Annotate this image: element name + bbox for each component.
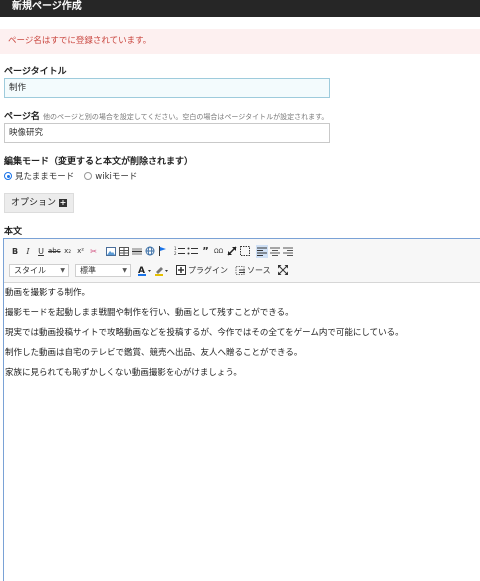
window-title: 新規ページ作成 <box>0 0 480 17</box>
source-icon[interactable] <box>234 264 246 277</box>
anchor-flag-icon[interactable] <box>157 245 169 258</box>
options-button[interactable]: オプション + <box>4 193 75 213</box>
align-center-icon[interactable] <box>269 245 281 258</box>
image-icon[interactable] <box>105 245 117 258</box>
align-right-icon[interactable] <box>282 245 294 258</box>
horizontal-line-icon[interactable] <box>131 245 143 258</box>
editor-toolbar: B I U abc x₂ x² ✂ 12 ” ΩΩ スタイル ▼ 標準 ▼ A … <box>4 239 480 283</box>
blockquote-icon[interactable]: ” <box>200 245 212 258</box>
content-paragraph: 動画を撮影する制作。 <box>5 288 91 298</box>
align-left-icon[interactable] <box>255 244 268 258</box>
page-name-input[interactable]: 映像研究 <box>4 123 330 143</box>
svg-text:2: 2 <box>174 251 177 256</box>
options-button-label: オプション <box>11 198 57 208</box>
source-button[interactable]: ソース <box>247 264 271 277</box>
page-name-hint: 他のページと別の場合を設定してください。空白の場合はページタイトルが設定されます… <box>42 113 329 121</box>
radio-checked-icon[interactable] <box>4 172 12 180</box>
remove-format-icon[interactable]: ✂ <box>88 245 100 258</box>
body-label: 本文 <box>4 227 23 237</box>
content-paragraph: 制作した動画は自宅のテレビで鑑賞、競売へ出品、友人へ贈ることができる。 <box>5 348 303 358</box>
mode-wysiwyg-option[interactable]: 見たままモード <box>4 170 74 182</box>
maximize-arrow-icon[interactable] <box>226 245 238 258</box>
toolbar-row-2: スタイル ▼ 標準 ▼ A プラグイン ソース <box>9 263 290 277</box>
table-icon[interactable] <box>118 245 130 258</box>
superscript-icon[interactable]: x² <box>75 245 87 258</box>
error-alert: ページ名はすでに登録されています。 <box>0 29 480 54</box>
numbered-list-icon[interactable]: 12 <box>174 245 186 258</box>
page-title-label: ページタイトル <box>4 67 67 77</box>
page-name-label: ページ名 他のページと別の場合を設定してください。空白の場合はページタイトルが設… <box>4 109 328 122</box>
bold-icon[interactable]: B <box>9 245 21 258</box>
format-select-label: 標準 <box>80 265 96 275</box>
plugin-button[interactable]: プラグイン <box>188 264 228 277</box>
content-paragraph: 撮影モードを起動しまま戦闘や制作を行い、動画として残すことができる。 <box>5 308 294 318</box>
subscript-icon[interactable]: x₂ <box>62 245 74 258</box>
chevron-down-icon: ▼ <box>60 266 65 274</box>
plugin-icon[interactable] <box>175 264 187 277</box>
bullet-list-icon[interactable] <box>187 245 199 258</box>
edit-mode-group: 見たままモード wikiモード <box>4 170 147 182</box>
mode-wiki-label: wikiモード <box>95 172 138 182</box>
chevron-down-icon: ▼ <box>122 266 127 274</box>
mode-wiki-option[interactable]: wikiモード <box>84 170 137 182</box>
text-color-icon[interactable]: A <box>137 264 153 277</box>
content-paragraph: 現実では動画投稿サイトで攻略動画などを投稿するが、今作ではその全てをゲーム内で可… <box>5 328 404 338</box>
mode-wysiwyg-label: 見たままモード <box>15 172 75 182</box>
special-char-icon[interactable]: ΩΩ <box>213 245 225 258</box>
page-title-input[interactable]: 制作 <box>4 78 330 98</box>
style-select[interactable]: スタイル ▼ <box>9 263 69 277</box>
page-name-label-text: ページ名 <box>4 112 40 122</box>
italic-icon[interactable]: I <box>22 245 34 258</box>
underline-icon[interactable]: U <box>35 245 47 258</box>
edit-mode-label: 編集モード（変更すると本文が削除されます） <box>4 157 194 167</box>
strikethrough-icon[interactable]: abc <box>48 245 61 258</box>
editor-content[interactable]: 動画を撮影する制作。 撮影モードを起動しまま戦闘や制作を行い、動画として残すこと… <box>4 282 480 388</box>
content-paragraph: 家族に見られても恥ずかしくない動画撮影を心がけましょう。 <box>5 368 242 378</box>
format-select[interactable]: 標準 ▼ <box>75 263 131 277</box>
toolbar-row-1: B I U abc x₂ x² ✂ 12 ” ΩΩ <box>9 244 295 258</box>
select-all-icon[interactable] <box>239 245 251 258</box>
background-color-icon[interactable] <box>154 264 170 277</box>
radio-unchecked-icon[interactable] <box>84 172 93 180</box>
rich-text-editor[interactable]: B I U abc x₂ x² ✂ 12 ” ΩΩ スタイル ▼ 標準 ▼ A … <box>3 238 480 581</box>
style-select-label: スタイル <box>14 265 46 275</box>
plus-icon: + <box>59 198 68 207</box>
link-globe-icon[interactable] <box>144 245 156 258</box>
fullscreen-icon[interactable] <box>277 264 289 277</box>
